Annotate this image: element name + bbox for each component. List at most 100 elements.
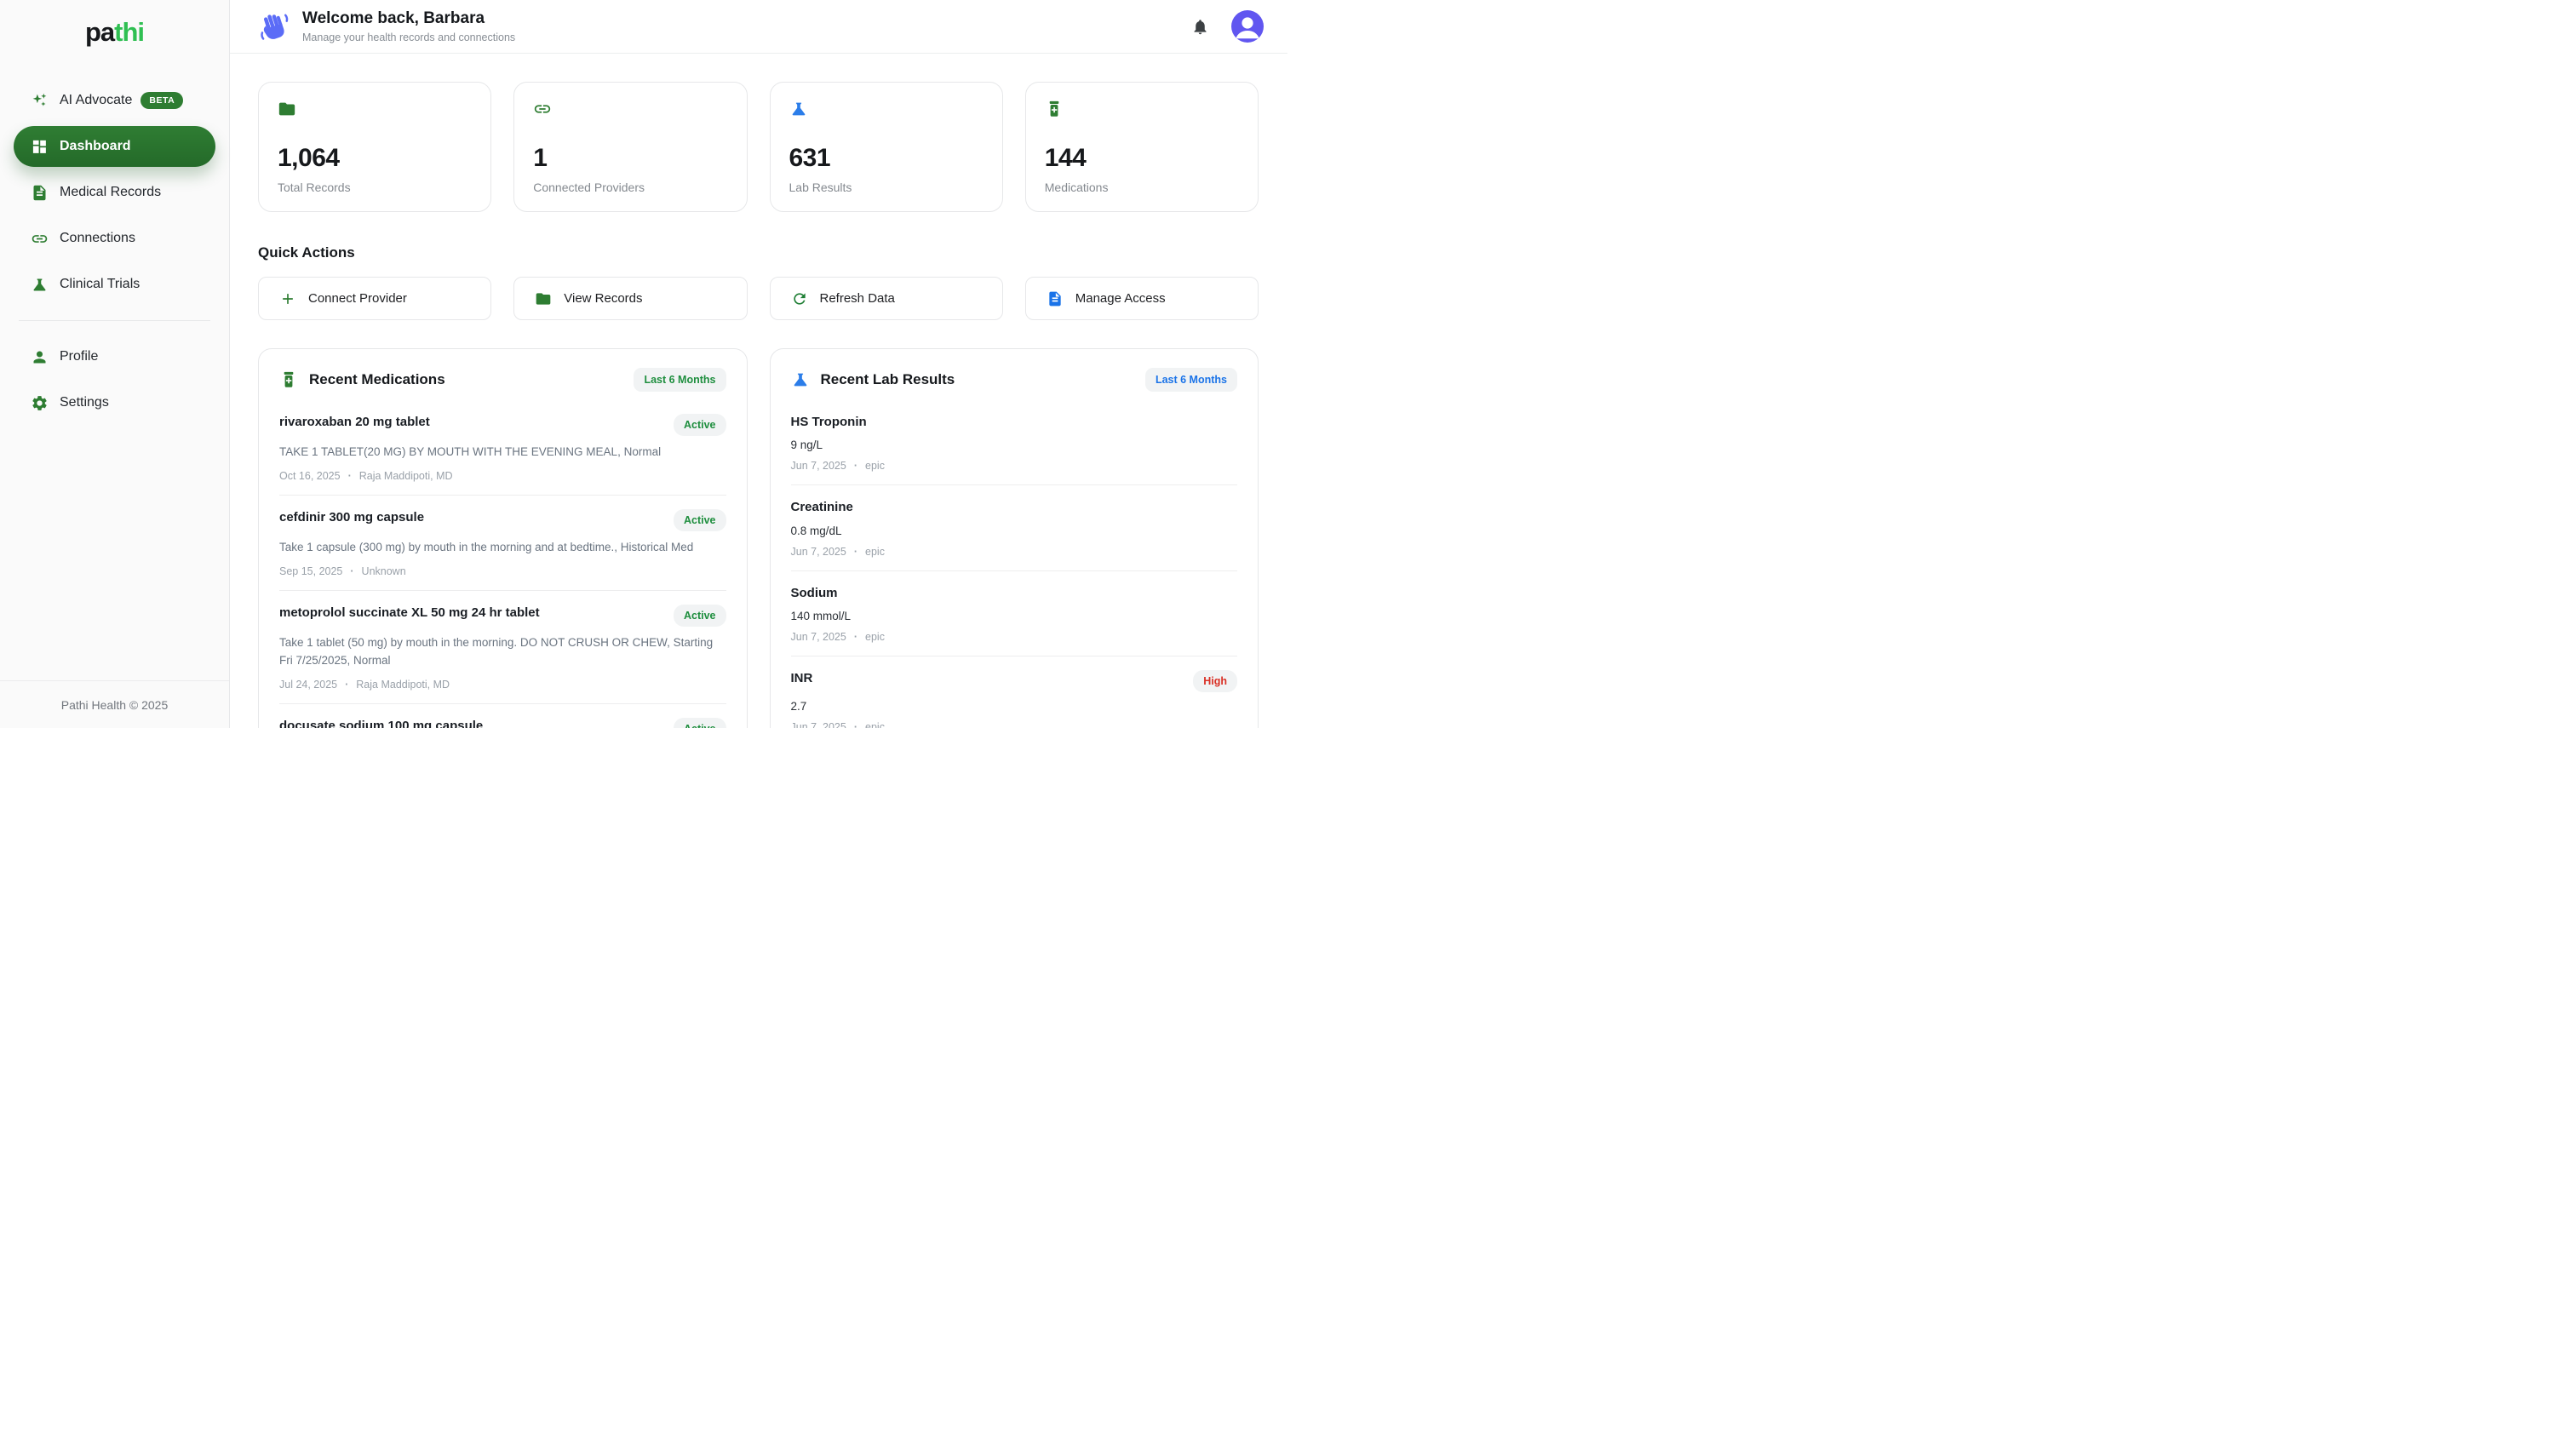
sidebar-item-label: Settings bbox=[60, 395, 109, 410]
sidebar-item-settings[interactable]: Settings bbox=[14, 382, 215, 423]
stat-label: Total Records bbox=[278, 181, 472, 194]
sidebar-item-profile[interactable]: Profile bbox=[14, 336, 215, 377]
document-icon bbox=[1047, 290, 1064, 307]
lab-date: Jun 7, 2025 bbox=[791, 460, 846, 472]
labs-list: HS Troponin 9 ng/L Jun 7, 2025epic Creat… bbox=[791, 400, 1238, 728]
refresh-icon bbox=[791, 290, 808, 307]
sidebar-nav: AI Advocate BETA Dashboard Medical Recor… bbox=[0, 80, 229, 423]
medications-filter-badge[interactable]: Last 6 Months bbox=[634, 368, 725, 392]
refresh-data-button[interactable]: Refresh Data bbox=[770, 277, 1003, 320]
panels-row: Recent Medications Last 6 Months rivarox… bbox=[258, 348, 1259, 728]
lab-item[interactable]: Sodium 140 mmol/L Jun 7, 2025epic bbox=[791, 571, 1238, 656]
action-label: Connect Provider bbox=[308, 291, 407, 306]
sidebar-item-ai-advocate[interactable]: AI Advocate BETA bbox=[14, 80, 215, 121]
beta-badge: BETA bbox=[141, 92, 183, 109]
medication-date: Sep 15, 2025 bbox=[279, 565, 342, 577]
sidebar-item-clinical-trials[interactable]: Clinical Trials bbox=[14, 264, 215, 305]
medication-prescriber: Raja Maddipoti, MD bbox=[359, 470, 453, 482]
medication-prescriber: Raja Maddipoti, MD bbox=[356, 679, 450, 691]
sidebar-item-label: Medical Records bbox=[60, 185, 161, 200]
connect-provider-button[interactable]: Connect Provider bbox=[258, 277, 491, 320]
lab-item[interactable]: Creatinine 0.8 mg/dL Jun 7, 2025epic bbox=[791, 485, 1238, 570]
dot-separator bbox=[345, 679, 348, 691]
lab-name: Sodium bbox=[791, 585, 838, 602]
lab-name: INR bbox=[791, 670, 813, 687]
lab-value: 2.7 bbox=[791, 700, 1238, 713]
medication-meta: Oct 16, 2025Raja Maddipoti, MD bbox=[279, 470, 726, 482]
dot-separator bbox=[854, 546, 857, 558]
stat-card-lab-results[interactable]: 631 Lab Results bbox=[770, 82, 1003, 212]
lab-meta: Jun 7, 2025epic bbox=[791, 546, 1238, 558]
medication-meta: Sep 15, 2025 Unknown bbox=[279, 565, 726, 577]
sidebar-footer: Pathi Health © 2025 bbox=[0, 680, 229, 728]
labs-panel-header: Recent Lab Results Last 6 Months bbox=[791, 368, 1238, 392]
lab-source: epic bbox=[865, 721, 885, 728]
stat-value: 1 bbox=[533, 144, 727, 173]
labs-filter-badge[interactable]: Last 6 Months bbox=[1145, 368, 1237, 392]
stat-card-medications[interactable]: 144 Medications bbox=[1025, 82, 1259, 212]
lab-flag-badge: High bbox=[1193, 670, 1237, 692]
stat-label: Connected Providers bbox=[533, 181, 727, 194]
sparkles-icon bbox=[31, 92, 49, 110]
sidebar-item-connections[interactable]: Connections bbox=[14, 218, 215, 259]
link-icon bbox=[31, 230, 49, 248]
recent-medications-panel: Recent Medications Last 6 Months rivarox… bbox=[258, 348, 748, 728]
dot-separator bbox=[854, 460, 857, 472]
medication-prescriber: Unknown bbox=[362, 565, 406, 577]
flask-icon bbox=[789, 100, 808, 118]
stat-label: Lab Results bbox=[789, 181, 984, 194]
status-badge: Active bbox=[674, 605, 726, 627]
content-area: Welcome back, Barbara Manage your health… bbox=[230, 0, 1288, 728]
flask-icon bbox=[31, 276, 49, 294]
pill-bottle-icon bbox=[1045, 100, 1064, 118]
avatar[interactable] bbox=[1231, 10, 1264, 43]
lab-name: HS Troponin bbox=[791, 414, 867, 431]
header-actions bbox=[1191, 10, 1264, 43]
sidebar-item-label: Connections bbox=[60, 231, 135, 246]
status-badge: Active bbox=[674, 414, 726, 436]
medication-item[interactable]: cefdinir 300 mg capsule Active Take 1 ca… bbox=[279, 496, 726, 591]
flask-icon bbox=[791, 370, 810, 389]
medication-item[interactable]: docusate sodium 100 mg capsule Active 1 … bbox=[279, 704, 726, 728]
lab-meta: Jun 7, 2025epic bbox=[791, 721, 1238, 728]
medication-name: docusate sodium 100 mg capsule bbox=[279, 718, 483, 728]
folder-icon bbox=[535, 290, 552, 307]
stat-card-total-records[interactable]: 1,064 Total Records bbox=[258, 82, 491, 212]
dashboard-main: 1,064 Total Records 1 Connected Provider… bbox=[230, 54, 1288, 728]
medication-name: cefdinir 300 mg capsule bbox=[279, 509, 424, 526]
lab-item[interactable]: HS Troponin 9 ng/L Jun 7, 2025epic bbox=[791, 400, 1238, 485]
logo-text-green: thi bbox=[114, 17, 144, 47]
quick-actions-heading: Quick Actions bbox=[258, 244, 1259, 261]
medication-instructions: TAKE 1 TABLET(20 MG) BY MOUTH WITH THE E… bbox=[279, 444, 726, 461]
stat-card-connected-providers[interactable]: 1 Connected Providers bbox=[513, 82, 747, 212]
lab-meta: Jun 7, 2025epic bbox=[791, 631, 1238, 643]
sidebar-item-medical-records[interactable]: Medical Records bbox=[14, 172, 215, 213]
medication-name: metoprolol succinate XL 50 mg 24 hr tabl… bbox=[279, 605, 540, 622]
bell-icon[interactable] bbox=[1191, 18, 1209, 36]
stat-value: 144 bbox=[1045, 144, 1239, 173]
logo-text-black: pa bbox=[85, 17, 114, 47]
manage-access-button[interactable]: Manage Access bbox=[1025, 277, 1259, 320]
gear-icon bbox=[31, 394, 49, 412]
status-badge: Active bbox=[674, 718, 726, 728]
sidebar-item-dashboard[interactable]: Dashboard bbox=[14, 126, 215, 167]
panel-title: Recent Medications bbox=[309, 371, 445, 388]
dot-separator bbox=[350, 565, 353, 577]
view-records-button[interactable]: View Records bbox=[513, 277, 747, 320]
app-root: pathi AI Advocate BETA Dashboard Medic bbox=[0, 0, 1288, 728]
page-header: Welcome back, Barbara Manage your health… bbox=[230, 0, 1288, 54]
sidebar-divider bbox=[19, 320, 210, 321]
action-label: Refresh Data bbox=[820, 291, 895, 306]
lab-item[interactable]: INR High 2.7 Jun 7, 2025epic bbox=[791, 656, 1238, 728]
lab-name: Creatinine bbox=[791, 499, 853, 516]
person-icon bbox=[31, 348, 49, 366]
medication-item[interactable]: metoprolol succinate XL 50 mg 24 hr tabl… bbox=[279, 591, 726, 704]
medication-name: rivaroxaban 20 mg tablet bbox=[279, 414, 430, 431]
sidebar-item-label: Dashboard bbox=[60, 139, 131, 154]
link-icon bbox=[533, 100, 552, 118]
sidebar: pathi AI Advocate BETA Dashboard Medic bbox=[0, 0, 230, 728]
medication-item[interactable]: rivaroxaban 20 mg tablet Active TAKE 1 T… bbox=[279, 400, 726, 496]
recent-lab-results-panel: Recent Lab Results Last 6 Months HS Trop… bbox=[770, 348, 1259, 728]
folder-icon bbox=[278, 100, 296, 118]
stat-label: Medications bbox=[1045, 181, 1239, 194]
